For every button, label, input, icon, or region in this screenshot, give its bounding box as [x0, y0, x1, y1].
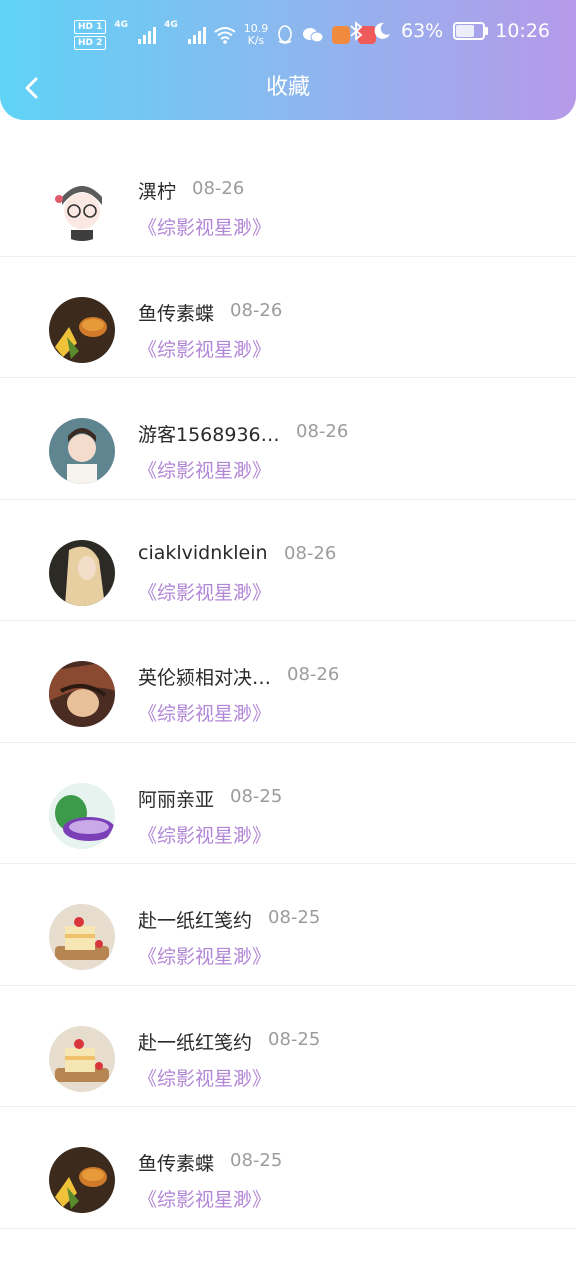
user-name: 赴一纸红笺约: [138, 1031, 253, 1054]
favorite-date: 08-25: [230, 1150, 283, 1171]
list-item[interactable]: 赴一纸红笺约 08-25 《综影视星渺》: [0, 986, 576, 1107]
signal-icon: [187, 26, 206, 44]
user-name: 游客1568936…: [138, 424, 280, 446]
user-name: 潩柠: [138, 181, 177, 203]
network-type-2: 4G: [164, 20, 178, 30]
book-title[interactable]: 《综影视星渺》: [138, 213, 271, 240]
hd1-badge: HD 1: [74, 20, 107, 34]
network-type-1: 4G: [114, 20, 129, 30]
page-title: 收藏: [265, 75, 310, 100]
list-item[interactable]: 鱼传素蝶 08-26 《综影视星渺》: [0, 257, 576, 378]
avatar[interactable]: [49, 539, 115, 606]
list-item[interactable]: ciaklvidnklein 08-26 《综影视星渺》: [0, 500, 576, 621]
avatar[interactable]: [49, 1025, 115, 1092]
user-name: 鱼传素蝶: [138, 302, 215, 325]
user-name: 阿丽亲亚: [138, 788, 215, 811]
favorite-date: 08-26: [192, 178, 245, 199]
book-title[interactable]: 《综影视星渺》: [138, 578, 271, 605]
video-app-icon: [332, 26, 351, 44]
avatar[interactable]: [49, 1147, 115, 1213]
favorite-date: 08-26: [296, 421, 349, 442]
signal-icon: [138, 26, 157, 44]
list-item[interactable]: 英伦颍相对决… 08-26 《综影视星渺》: [0, 621, 576, 743]
list-item[interactable]: 阿丽亲亚 08-25 《综影视星渺》: [0, 743, 576, 864]
qq-icon: [278, 25, 293, 44]
favorite-date: 08-26: [287, 664, 340, 685]
avatar[interactable]: [49, 418, 115, 484]
bluetooth-icon: [350, 21, 363, 41]
avatar[interactable]: [49, 782, 115, 849]
network-speed: 10.9 K/s: [243, 22, 269, 47]
list-item[interactable]: 赴一纸红笺约 08-25 《综影视星渺》: [0, 864, 576, 986]
header-bar: HD 1 HD 2 4G 4G 10.9 K/s 63% 10:26 收藏: [0, 0, 576, 120]
favorite-date: 08-25: [268, 1028, 321, 1050]
list-item[interactable]: 鱼传素蝶 08-25 《综影视星渺》: [0, 1107, 576, 1229]
favorites-list: 潩柠 08-26 《综影视星渺》 鱼传素蝶 08-26 《综影视星渺》 游客156893…: [0, 135, 576, 1229]
avatar[interactable]: [49, 661, 115, 727]
book-title[interactable]: 《综影视星渺》: [138, 821, 271, 848]
moon-icon: [374, 22, 390, 39]
book-title[interactable]: 《综影视星渺》: [138, 335, 271, 362]
avatar[interactable]: [49, 296, 115, 363]
user-name: ciaklvidnklein: [138, 541, 268, 564]
list-item[interactable]: 游客1568936… 08-26 《综影视星渺》: [0, 378, 576, 500]
favorite-date: 08-26: [230, 299, 283, 321]
wifi-icon: [214, 27, 236, 44]
user-name: 英伦颍相对决…: [138, 667, 272, 689]
battery-percent: 63%: [401, 20, 444, 42]
avatar[interactable]: [49, 904, 115, 970]
book-title[interactable]: 《综影视星渺》: [138, 1185, 271, 1212]
user-name: 鱼传素蝶: [138, 1153, 215, 1175]
user-name: 赴一纸红笺约: [138, 910, 253, 932]
book-title[interactable]: 《综影视星渺》: [138, 942, 271, 969]
avatar[interactable]: [49, 175, 115, 241]
favorite-date: 08-25: [230, 785, 283, 807]
list-item[interactable]: 潩柠 08-26 《综影视星渺》: [0, 135, 576, 257]
favorite-date: 08-25: [268, 907, 321, 928]
book-title[interactable]: 《综影视星渺》: [138, 456, 271, 483]
book-title[interactable]: 《综影视星渺》: [138, 1064, 271, 1091]
status-bar: HD 1 HD 2 4G 4G 10.9 K/s 63% 10:26: [0, 14, 576, 54]
book-title[interactable]: 《综影视星渺》: [138, 699, 271, 726]
battery-icon: [453, 22, 489, 40]
hd2-badge: HD 2: [74, 36, 107, 50]
favorite-date: 08-26: [284, 542, 337, 564]
clock: 10:26: [495, 20, 550, 42]
wechat-icon: [303, 28, 324, 43]
